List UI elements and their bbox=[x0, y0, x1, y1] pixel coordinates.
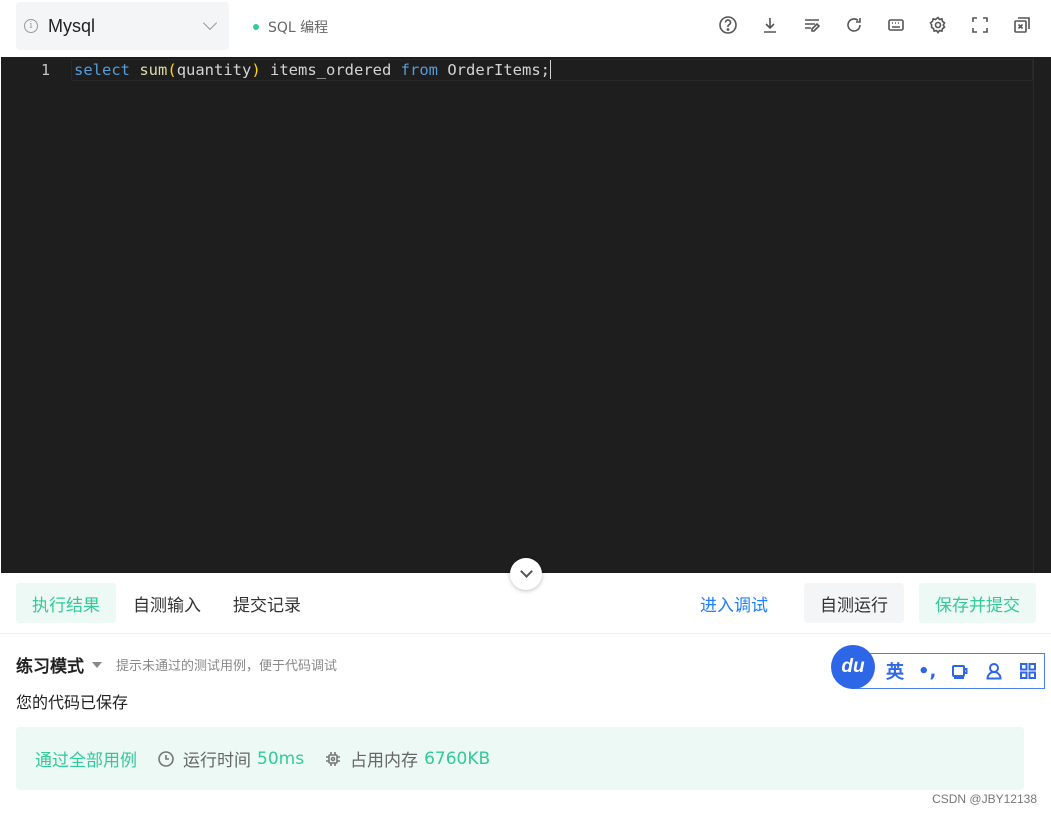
practice-mode-dropdown[interactable]: 练习模式 bbox=[16, 652, 84, 677]
line-number: 1 bbox=[41, 61, 51, 79]
status-dot bbox=[253, 24, 259, 30]
tab-history[interactable]: 提交记录 bbox=[231, 583, 303, 623]
watermark: CSDN @JBY12138 bbox=[932, 792, 1037, 806]
runtime-value: 50ms bbox=[257, 748, 305, 769]
mode-text: SQL 编程 bbox=[268, 20, 329, 36]
ime-bar: 英 •, bbox=[851, 653, 1045, 689]
keyword-select: select bbox=[74, 61, 130, 79]
memory-label: 占用内存 bbox=[350, 751, 419, 771]
format-icon[interactable] bbox=[801, 14, 823, 36]
grid-icon[interactable] bbox=[1018, 661, 1038, 681]
pass-status: 通过全部用例 bbox=[35, 751, 137, 771]
keyword-from: from bbox=[400, 61, 438, 79]
runtime-metric: 运行时间 50ms bbox=[157, 746, 304, 771]
info-icon: i bbox=[24, 19, 38, 33]
help-icon[interactable] bbox=[717, 14, 739, 36]
editor-scrollbar[interactable] bbox=[1033, 57, 1051, 573]
chevron-down-icon bbox=[519, 565, 533, 578]
practice-hint: 提示未通过的测试用例，便于代码调试 bbox=[116, 659, 338, 674]
language-value: Mysql bbox=[48, 15, 96, 36]
ime-toolbar[interactable]: du 英 •, bbox=[831, 645, 1045, 689]
alias: items_ordered bbox=[260, 61, 401, 79]
download-icon[interactable] bbox=[759, 14, 781, 36]
tab-custom-input[interactable]: 自测输入 bbox=[131, 583, 203, 623]
result-summary: 通过全部用例 运行时间 50ms 占用内存 6760KB bbox=[16, 727, 1024, 790]
submit-button[interactable]: 保存并提交 bbox=[919, 583, 1036, 623]
saved-message: 您的代码已保存 bbox=[16, 693, 129, 712]
top-toolbar: i Mysql SQL 编程 bbox=[0, 0, 1051, 57]
debug-button[interactable]: 进入调试 bbox=[696, 583, 772, 623]
ime-punct-toggle[interactable]: •, bbox=[918, 661, 936, 682]
ime-logo[interactable]: du bbox=[831, 645, 875, 689]
function-sum: sum bbox=[139, 61, 168, 79]
settings-icon[interactable] bbox=[927, 14, 949, 36]
chip-icon bbox=[326, 751, 341, 766]
memory-metric: 占用内存 6760KB bbox=[324, 746, 490, 771]
skin-icon[interactable] bbox=[950, 661, 970, 681]
paren-open: ( bbox=[167, 61, 177, 79]
text-cursor bbox=[549, 60, 551, 79]
chevron-down-icon bbox=[202, 15, 218, 31]
table-name: OrderItems; bbox=[438, 61, 550, 79]
run-button[interactable]: 自测运行 bbox=[804, 583, 904, 623]
reset-icon[interactable] bbox=[843, 14, 865, 36]
tab-result[interactable]: 执行结果 bbox=[16, 583, 116, 623]
popout-icon[interactable] bbox=[1011, 14, 1033, 36]
memory-value: 6760KB bbox=[424, 748, 491, 769]
ime-lang-toggle[interactable]: 英 bbox=[886, 658, 904, 684]
clock-icon bbox=[158, 750, 174, 767]
fullscreen-icon[interactable] bbox=[969, 14, 991, 36]
caret-down-icon[interactable] bbox=[92, 661, 102, 668]
runtime-label: 运行时间 bbox=[183, 751, 251, 771]
collapse-panel-button[interactable] bbox=[510, 558, 542, 590]
user-icon[interactable] bbox=[984, 661, 1004, 681]
argument: quantity bbox=[176, 61, 252, 79]
code-editor[interactable]: 1 select sum(quantity) items_ordered fro… bbox=[1, 57, 1051, 573]
code-line[interactable]: select sum(quantity) items_ordered from … bbox=[74, 59, 551, 81]
practice-mode: 练习模式 提示未通过的测试用例，便于代码调试 bbox=[16, 652, 337, 677]
keyboard-icon[interactable] bbox=[885, 14, 907, 36]
mode-label: SQL 编程 bbox=[253, 17, 328, 37]
editor-tools bbox=[697, 14, 1033, 36]
language-select[interactable]: i Mysql bbox=[16, 2, 229, 50]
paren-close: ) bbox=[251, 61, 261, 79]
